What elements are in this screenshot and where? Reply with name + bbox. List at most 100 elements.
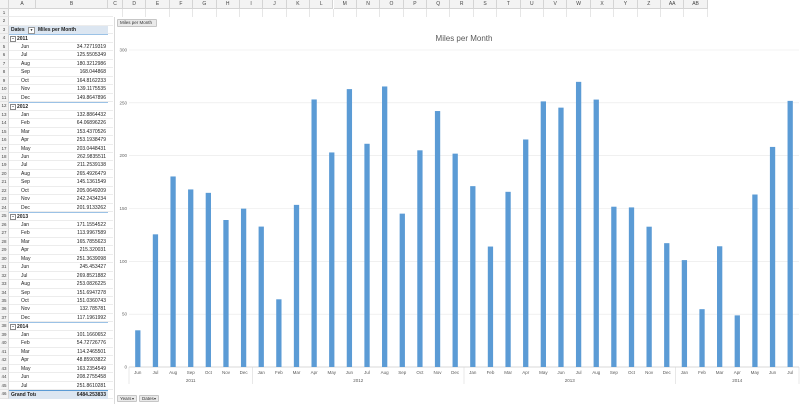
pivot-month-value[interactable]: 113.9967589 (36, 229, 108, 237)
axis-field-button-years[interactable]: Years ▾ (117, 395, 137, 402)
pivot-header-miles[interactable]: Miles per Month (36, 25, 108, 35)
pivot-month-label[interactable]: Jun (9, 373, 36, 381)
pivot-month-label[interactable]: Nov (9, 195, 36, 203)
column-header-q[interactable]: Q (427, 0, 451, 9)
pivot-month-value[interactable]: 132.8864432 (36, 111, 108, 119)
column-header-k[interactable]: K (286, 0, 311, 9)
pivot-month-value[interactable]: 64.06896226 (36, 119, 108, 127)
pivot-month-label[interactable]: May (9, 145, 36, 153)
pivot-month-value[interactable]: 203.0448431 (36, 145, 108, 153)
pivot-month-value[interactable]: 125.5505349 (36, 51, 108, 59)
pivot-month-value[interactable]: 180.3212986 (36, 60, 108, 68)
pivot-month-value[interactable]: 163.2354549 (36, 365, 108, 373)
pivot-year-2014[interactable]: −2014 (9, 322, 108, 330)
pivot-month-value[interactable]: 251.3639098 (36, 255, 108, 263)
row-header[interactable]: 13 (0, 110, 9, 120)
row-header[interactable]: 15 (0, 127, 9, 137)
row-header[interactable]: 27 (0, 229, 9, 238)
pivot-month-value[interactable]: 245.453427 (36, 263, 108, 271)
row-header[interactable]: 26 (0, 220, 9, 230)
row-header[interactable]: 4 (0, 34, 9, 43)
column-header-m[interactable]: M (333, 0, 357, 9)
row-header[interactable]: 31 (0, 263, 9, 272)
pivot-month-value[interactable]: 201.9133262 (36, 204, 108, 212)
row-header[interactable]: 23 (0, 195, 9, 204)
pivot-year-2012[interactable]: −2012 (9, 102, 108, 110)
column-header-u[interactable]: U (520, 0, 544, 9)
row-header[interactable]: 25 (0, 212, 9, 221)
pivot-month-label[interactable]: Dec (9, 204, 36, 212)
pivot-month-label[interactable]: Nov (9, 305, 36, 313)
row-header[interactable]: 3 (0, 25, 9, 35)
pivot-month-value[interactable]: 253.0826225 (36, 280, 108, 288)
row-header[interactable]: 45 (0, 381, 9, 391)
row-header[interactable]: 35 (0, 296, 9, 306)
column-header-i[interactable]: I (239, 0, 264, 9)
pivot-month-label[interactable]: Jul (9, 51, 36, 59)
pivot-month-label[interactable]: Apr (9, 356, 36, 364)
pivot-month-label[interactable]: Oct (9, 77, 36, 85)
pivot-month-value[interactable]: 139.1175535 (36, 85, 108, 93)
column-header-v[interactable]: V (544, 0, 568, 9)
row-header[interactable]: 39 (0, 330, 9, 340)
pivot-month-value[interactable]: 211.2539138 (36, 161, 108, 169)
column-header-o[interactable]: O (380, 0, 404, 9)
select-all-corner[interactable] (0, 0, 9, 9)
column-header-ab[interactable]: AB (684, 0, 708, 9)
row-header[interactable]: 17 (0, 144, 9, 153)
column-header-y[interactable]: Y (614, 0, 638, 9)
pivot-month-label[interactable]: Jun (9, 153, 36, 161)
pivot-month-value[interactable]: 117.1961992 (36, 314, 108, 322)
pivot-month-label[interactable]: Aug (9, 60, 36, 68)
row-header[interactable]: 37 (0, 313, 9, 323)
row-header[interactable]: 9 (0, 76, 9, 86)
row-header[interactable]: 43 (0, 364, 9, 374)
row-header[interactable]: 6 (0, 51, 9, 60)
grand-total-value[interactable]: 6484.253833 (36, 390, 108, 399)
row-header[interactable]: 18 (0, 152, 9, 162)
pivot-header-dates[interactable]: Dates ▾ (9, 25, 36, 35)
collapse-minus-icon[interactable]: − (10, 324, 16, 331)
row-header[interactable]: 11 (0, 93, 9, 103)
pivot-month-value[interactable]: 262.9835511 (36, 153, 108, 161)
pivot-month-label[interactable]: Feb (9, 339, 36, 347)
row-header[interactable]: 41 (0, 347, 9, 357)
column-header-p[interactable]: P (403, 0, 428, 9)
value-field-button[interactable]: Miles per Month (117, 19, 157, 27)
column-header-h[interactable]: H (216, 0, 240, 9)
row-header[interactable]: 20 (0, 169, 9, 179)
pivot-month-value[interactable]: 149.8647896 (36, 94, 108, 102)
pivot-month-label[interactable]: Dec (9, 94, 36, 102)
dropdown-filter-icon[interactable]: ▾ (154, 396, 156, 402)
column-header-n[interactable]: N (356, 0, 381, 9)
pivot-month-value[interactable]: 205.0649209 (36, 187, 108, 195)
row-header[interactable]: 34 (0, 288, 9, 297)
row-header[interactable]: 12 (0, 102, 9, 111)
pivot-month-value[interactable]: 168.044868 (36, 68, 108, 76)
collapse-minus-icon[interactable]: − (10, 213, 16, 220)
pivot-month-label[interactable]: Aug (9, 280, 36, 288)
pivot-month-value[interactable]: 145.1361549 (36, 178, 108, 186)
pivot-month-label[interactable]: Oct (9, 297, 36, 305)
pivot-month-label[interactable]: May (9, 365, 36, 373)
pivot-month-value[interactable]: 165.7855623 (36, 238, 108, 246)
pivot-month-value[interactable]: 269.8521882 (36, 272, 108, 280)
pivot-month-label[interactable]: Jun (9, 263, 36, 271)
row-header[interactable]: 29 (0, 246, 9, 255)
column-header-c[interactable]: C (108, 0, 123, 9)
row-header[interactable]: 30 (0, 254, 9, 264)
row-header[interactable]: 38 (0, 322, 9, 331)
column-header-f[interactable]: F (169, 0, 194, 9)
pivot-month-value[interactable]: 251.8610281 (36, 382, 108, 390)
pivot-month-label[interactable]: Feb (9, 229, 36, 237)
pivot-month-label[interactable]: Jan (9, 331, 36, 339)
collapse-minus-icon[interactable]: − (10, 36, 16, 43)
pivot-month-value[interactable]: 114.2465501 (36, 348, 108, 356)
pivot-month-value[interactable]: 132.785781 (36, 305, 108, 313)
row-header[interactable]: 14 (0, 119, 9, 128)
row-header[interactable]: 22 (0, 186, 9, 196)
pivot-month-label[interactable]: Mar (9, 348, 36, 356)
pivot-month-value[interactable]: 164.8162233 (36, 77, 108, 85)
pivot-month-label[interactable]: Jan (9, 221, 36, 229)
column-header-b[interactable]: B (36, 0, 108, 9)
